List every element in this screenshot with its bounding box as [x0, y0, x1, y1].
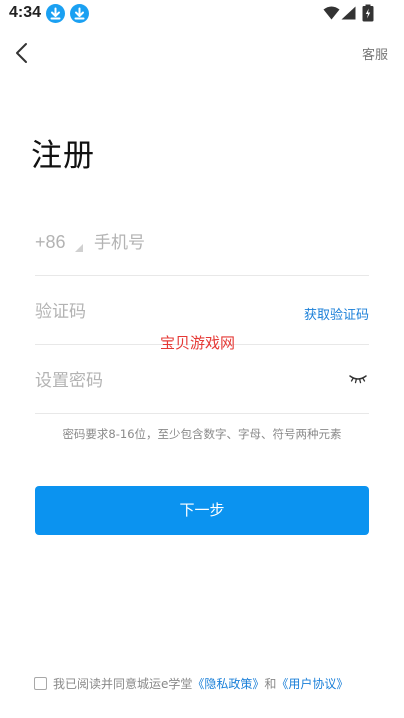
get-code-button[interactable]: 获取验证码: [304, 304, 369, 323]
dropdown-triangle-icon[interactable]: [75, 244, 83, 252]
page-title: 注册: [31, 138, 95, 174]
next-step-button[interactable]: 下一步: [35, 486, 369, 535]
battery-icon: [362, 4, 374, 22]
country-code-selector[interactable]: +86: [35, 232, 66, 253]
password-hint: 密码要求8-16位，至少包含数字、字母、符号两种元素: [62, 427, 342, 441]
agreement-prefix: 我已阅读并同意城运e学堂: [53, 677, 193, 691]
eye-closed-icon[interactable]: [349, 374, 367, 384]
privacy-policy-link[interactable]: 《隐私政策》: [192, 677, 264, 691]
user-agreement-link[interactable]: 《用户协议》: [276, 677, 348, 691]
download-icon: [46, 4, 65, 23]
agreement-text: 我已阅读并同意城运e学堂《隐私政策》和《用户协议》: [53, 675, 348, 693]
wifi-icon: [323, 6, 340, 20]
back-arrow-icon[interactable]: [10, 40, 36, 66]
agreement-checkbox[interactable]: [34, 677, 47, 690]
download-icon: [70, 4, 89, 23]
signal-icon: [341, 6, 356, 20]
phone-input[interactable]: [94, 230, 354, 256]
status-bar: 4:34: [0, 0, 404, 28]
agreement-and: 和: [264, 677, 277, 691]
verification-code-input[interactable]: [35, 299, 235, 325]
agreement-row: 我已阅读并同意城运e学堂《隐私政策》和《用户协议》: [34, 675, 384, 693]
password-input[interactable]: [35, 368, 315, 394]
password-field-row: [35, 346, 369, 414]
status-time: 4:34: [9, 4, 42, 21]
phone-field-row: +86: [35, 208, 369, 276]
customer-service-link[interactable]: 客服: [362, 44, 388, 63]
